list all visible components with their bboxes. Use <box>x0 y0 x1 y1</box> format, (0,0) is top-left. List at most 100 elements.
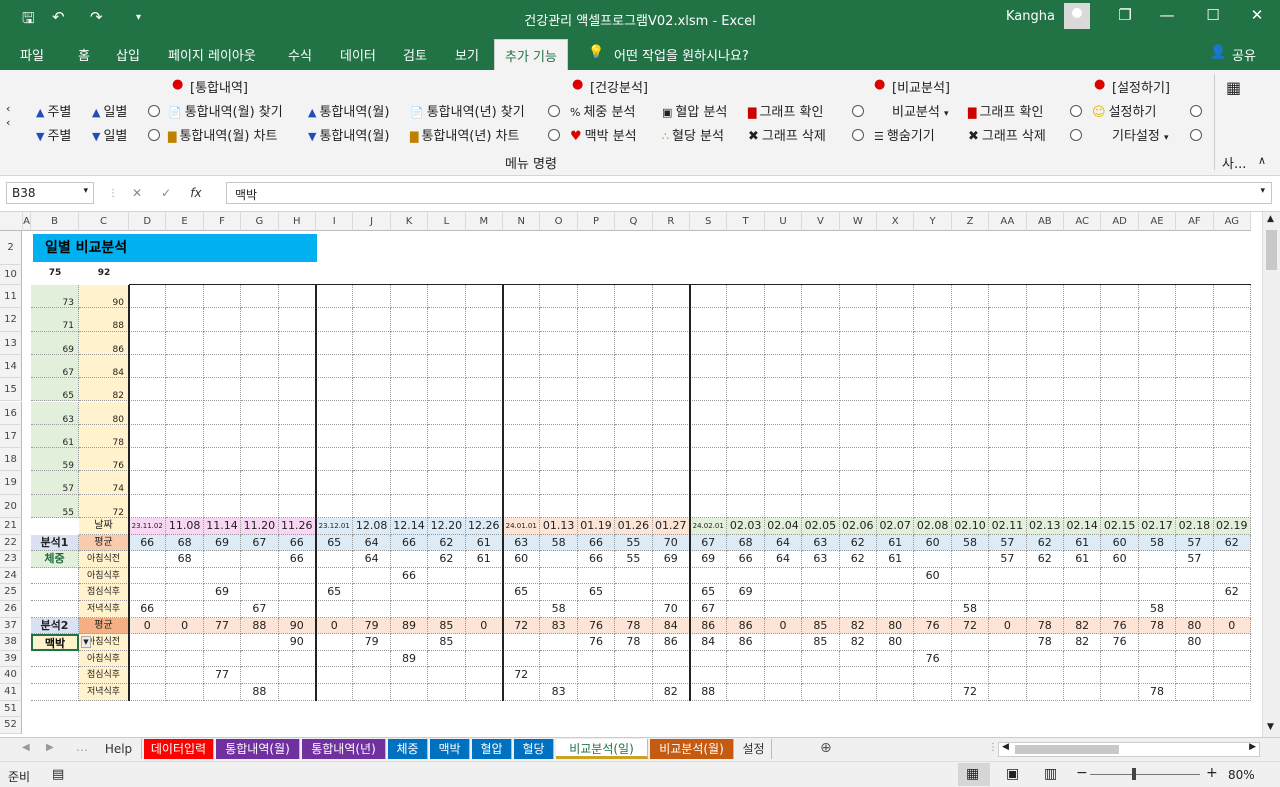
chart-grid-cell[interactable] <box>690 471 728 495</box>
avg-value-cell[interactable]: 66 <box>390 534 429 552</box>
avg-value-cell[interactable]: 70 <box>652 534 690 552</box>
chart-grid-cell[interactable] <box>1101 471 1139 495</box>
data-cell[interactable] <box>615 601 653 618</box>
data-cell[interactable]: 79 <box>353 634 391 651</box>
chart-grid-cell[interactable] <box>1138 494 1177 518</box>
chart-grid-cell[interactable] <box>914 285 952 309</box>
avg-value-cell[interactable]: 80 <box>877 617 915 635</box>
data-cell[interactable] <box>390 667 429 684</box>
chart-grid-cell[interactable] <box>540 448 578 472</box>
chart-grid-cell[interactable] <box>989 401 1027 425</box>
data-cell[interactable] <box>1064 567 1102 585</box>
data-cell[interactable]: 58 <box>1138 601 1177 618</box>
row-header[interactable]: 25 <box>0 584 22 601</box>
data-cell[interactable] <box>764 634 803 651</box>
data-cell[interactable] <box>1101 667 1139 684</box>
page-layout-view-icon[interactable]: ▣ <box>1006 766 1019 782</box>
data-cell[interactable] <box>1064 667 1102 684</box>
page-break-view-icon[interactable]: ▥ <box>1044 766 1057 782</box>
data-cell[interactable]: 60 <box>1101 551 1139 568</box>
data-cell[interactable]: 82 <box>652 684 690 701</box>
data-cell[interactable] <box>989 601 1027 618</box>
enter-icon[interactable]: ✓ <box>161 186 171 200</box>
data-cell[interactable] <box>877 601 915 618</box>
data-cell[interactable] <box>390 584 429 601</box>
chart-grid-cell[interactable] <box>390 471 429 495</box>
chart-grid-cell[interactable] <box>802 401 840 425</box>
tab-addins[interactable]: 추가 기능 <box>494 39 568 70</box>
data-cell[interactable] <box>428 567 466 585</box>
data-cell[interactable] <box>428 584 466 601</box>
column-header[interactable]: Y <box>914 212 952 231</box>
data-cell[interactable] <box>1026 584 1064 601</box>
avg-value-cell[interactable]: 89 <box>390 617 429 635</box>
data-cell[interactable]: 85 <box>802 634 840 651</box>
chart-grid-cell[interactable] <box>166 378 204 402</box>
chart-grid-cell[interactable] <box>166 354 204 379</box>
avg-value-cell[interactable]: 69 <box>203 534 242 552</box>
chart-grid-cell[interactable] <box>540 401 578 425</box>
scroll-thumb[interactable] <box>1015 745 1119 754</box>
chart-grid-cell[interactable] <box>503 308 541 332</box>
chart-grid-cell[interactable] <box>1176 448 1214 472</box>
data-cell[interactable] <box>1026 650 1064 668</box>
avg-value-cell[interactable]: 58 <box>540 534 578 552</box>
chart-grid-cell[interactable] <box>577 494 616 518</box>
data-cell[interactable] <box>914 634 952 651</box>
chart-grid-cell[interactable] <box>1138 354 1177 379</box>
chart-grid-cell[interactable] <box>690 331 728 355</box>
chart-grid-cell[interactable] <box>129 401 167 425</box>
sheet-tab[interactable]: 혈압 <box>472 739 512 759</box>
data-cell[interactable] <box>877 567 915 585</box>
chart-grid-cell[interactable] <box>1101 401 1139 425</box>
row-header[interactable]: 20 <box>0 494 22 518</box>
data-cell[interactable] <box>1138 650 1177 668</box>
data-cell[interactable] <box>839 684 877 701</box>
data-cell[interactable] <box>203 650 242 668</box>
chart-grid-cell[interactable] <box>353 331 391 355</box>
row-header[interactable]: 12 <box>0 308 22 332</box>
chart-grid-cell[interactable] <box>652 308 690 332</box>
data-cell[interactable]: 88 <box>690 684 728 701</box>
chart-grid-cell[interactable] <box>129 471 167 495</box>
chart-grid-cell[interactable] <box>166 424 204 449</box>
data-cell[interactable] <box>503 684 541 701</box>
chart-grid-cell[interactable] <box>166 401 204 425</box>
tab-view[interactable]: 보기 <box>455 45 479 64</box>
zoom-in-icon[interactable]: + <box>1206 765 1218 781</box>
column-header[interactable]: K <box>390 212 429 231</box>
data-cell[interactable] <box>1176 584 1214 601</box>
chart-grid-cell[interactable] <box>503 471 541 495</box>
chart-grid-cell[interactable] <box>1026 448 1064 472</box>
chart-grid-cell[interactable] <box>465 448 503 472</box>
chart-grid-cell[interactable] <box>764 494 803 518</box>
chart-grid-cell[interactable] <box>316 471 354 495</box>
data-cell[interactable] <box>166 601 204 618</box>
sheet-tab[interactable]: 통합내역(년) <box>302 739 386 759</box>
avg-value-cell[interactable]: 0 <box>764 617 803 635</box>
tab-data[interactable]: 데이터 <box>340 45 376 64</box>
chart-grid-cell[interactable] <box>802 471 840 495</box>
chart-grid-cell[interactable] <box>428 285 466 309</box>
data-cell[interactable] <box>428 684 466 701</box>
avg-value-cell[interactable]: 0 <box>989 617 1027 635</box>
chart-grid-cell[interactable] <box>316 285 354 309</box>
monthly-up-button[interactable]: ▲ 통합내역(월) <box>308 101 389 120</box>
close-icon[interactable]: ✕ <box>1242 6 1272 24</box>
column-header[interactable]: R <box>652 212 690 231</box>
chart-grid-cell[interactable] <box>203 448 242 472</box>
avg-value-cell[interactable]: 63 <box>503 534 541 552</box>
chart-grid-cell[interactable] <box>690 494 728 518</box>
data-cell[interactable] <box>129 650 167 668</box>
scroll-thumb[interactable] <box>1266 230 1277 270</box>
data-cell[interactable] <box>390 634 429 651</box>
chart-grid-cell[interactable] <box>278 331 316 355</box>
avg-value-cell[interactable]: 57 <box>989 534 1027 552</box>
data-cell[interactable] <box>1213 601 1251 618</box>
chart-grid-cell[interactable] <box>1101 331 1139 355</box>
data-cell[interactable]: 78 <box>615 634 653 651</box>
zoom-level[interactable]: 80% <box>1228 768 1255 782</box>
data-cell[interactable] <box>1101 567 1139 585</box>
chart-grid-cell[interactable] <box>802 331 840 355</box>
chart-grid-cell[interactable] <box>390 331 429 355</box>
